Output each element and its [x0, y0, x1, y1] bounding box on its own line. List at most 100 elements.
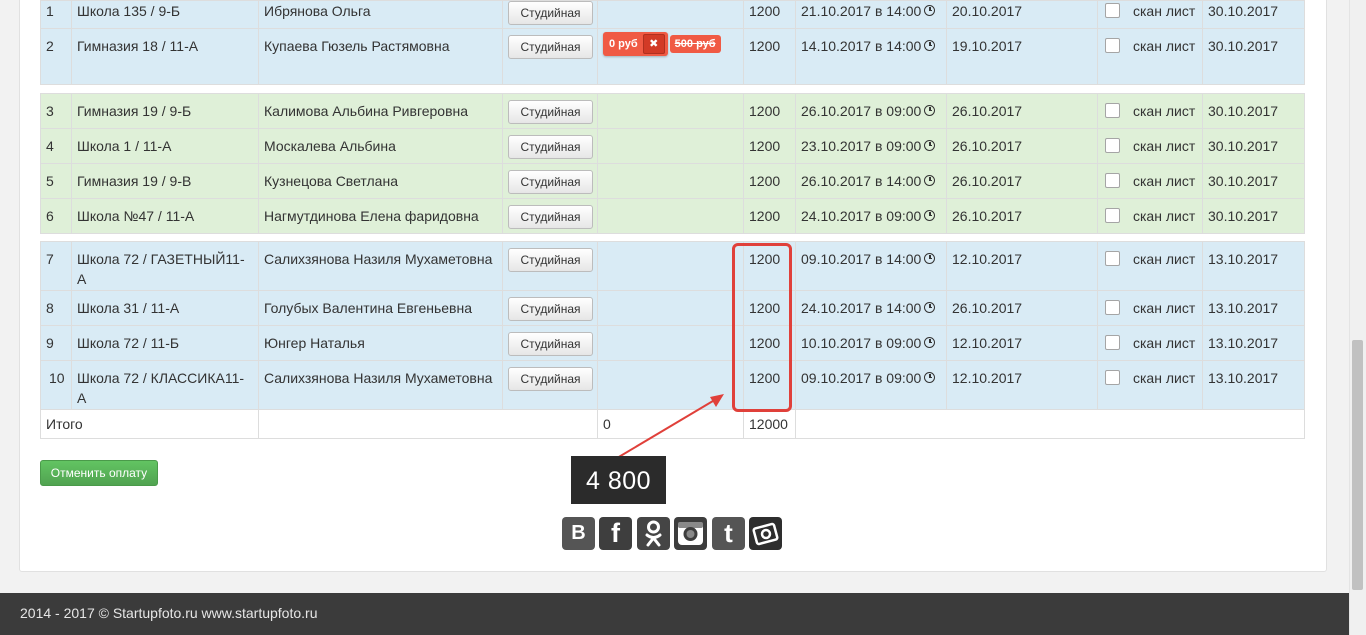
row-shoot-time: 09.10.2017 в 09:00	[801, 370, 922, 386]
row-number: 9	[40, 325, 72, 361]
table-row: 7 Школа 72 / ГАЗЕТНЫЙ11-А Салихзянова На…	[40, 241, 1305, 291]
total-label: Итого	[40, 409, 259, 439]
row-date: 19.10.2017	[946, 28, 1098, 85]
clock-icon	[924, 337, 936, 348]
clock-icon	[924, 210, 936, 221]
row-deadline: 30.10.2017	[1202, 93, 1305, 129]
payment-badge: 0 руб ✖	[603, 32, 668, 56]
row-deadline: 13.10.2017	[1202, 360, 1305, 410]
row-school: Школа 72 / ГАЗЕТНЫЙ11-А	[71, 241, 259, 291]
row-name: Салихзянова Назиля Мухаметовна	[258, 241, 503, 291]
row-payment	[597, 325, 744, 361]
table-row: 2 Гимназия 18 / 11-А Купаева Гюзель Раст…	[40, 28, 1305, 85]
scan-checkbox[interactable]	[1105, 103, 1120, 118]
row-deadline: 30.10.2017	[1202, 163, 1305, 199]
row-date: 26.10.2017	[946, 198, 1098, 234]
clock-icon	[924, 40, 936, 51]
studio-button[interactable]: Студийная	[508, 100, 593, 124]
close-icon[interactable]: ✖	[642, 34, 665, 54]
scan-label: скан лист	[1133, 3, 1196, 19]
scan-label: скан лист	[1133, 103, 1196, 119]
studio-button[interactable]: Студийная	[508, 205, 593, 229]
studio-button[interactable]: Студийная	[508, 248, 593, 272]
table-row: 3 Гимназия 19 / 9-Б Калимова Альбина Рив…	[40, 93, 1305, 129]
row-number: 8	[40, 290, 72, 326]
scan-checkbox[interactable]	[1105, 173, 1120, 188]
row-price: 1200	[743, 93, 796, 129]
row-name: Нагмутдинова Елена фаридовна	[258, 198, 503, 234]
payment-amount: 0 руб	[609, 38, 638, 50]
facebook-icon[interactable]: f	[599, 517, 632, 550]
row-number: 2	[40, 28, 72, 85]
table-row: 1 Школа 135 / 9-Б Ибрянова Ольга Студийн…	[40, 0, 1305, 29]
row-price: 1200	[743, 128, 796, 164]
row-school: Гимназия 19 / 9-В	[71, 163, 259, 199]
row-name: Юнгер Наталья	[258, 325, 503, 361]
scan-label: скан лист	[1133, 208, 1196, 224]
studio-button[interactable]: Студийная	[508, 332, 593, 356]
row-school: Школа 1 / 11-А	[71, 128, 259, 164]
table-row: 6 Школа №47 / 11-А Нагмутдинова Елена фа…	[40, 198, 1305, 234]
studio-button[interactable]: Студийная	[508, 170, 593, 194]
site-footer: 2014 - 2017 © Startupfoto.ru www.startup…	[0, 593, 1349, 635]
vk-icon[interactable]: В	[562, 517, 595, 550]
group-separator	[40, 84, 1305, 94]
row-name: Москалева Альбина	[258, 128, 503, 164]
cancel-payment-button[interactable]: Отменить оплату	[40, 460, 158, 486]
row-deadline: 13.10.2017	[1202, 325, 1305, 361]
row-name: Салихзянова Назиля Мухаметовна	[258, 360, 503, 410]
instagram-icon[interactable]	[674, 517, 707, 550]
scan-checkbox[interactable]	[1105, 370, 1120, 385]
odnoklassniki-icon[interactable]	[637, 517, 670, 550]
row-date: 26.10.2017	[946, 93, 1098, 129]
scrollbar-thumb[interactable]	[1352, 340, 1363, 590]
scan-label: скан лист	[1133, 138, 1196, 154]
table-row: 8 Школа 31 / 11-А Голубых Валентина Евге…	[40, 290, 1305, 326]
studio-button[interactable]: Студийная	[508, 135, 593, 159]
row-shoot-time: 26.10.2017 в 09:00	[801, 103, 922, 119]
sum-tooltip: 4 800	[571, 456, 666, 504]
scan-checkbox[interactable]	[1105, 38, 1120, 53]
clock-icon	[924, 253, 936, 264]
scan-checkbox[interactable]	[1105, 300, 1120, 315]
row-deadline: 30.10.2017	[1202, 28, 1305, 85]
row-date: 20.10.2017	[946, 0, 1098, 29]
total-sum: 12000	[743, 409, 796, 439]
scan-label: скан лист	[1133, 173, 1196, 189]
old-payment-badge: 500 руб	[669, 35, 721, 53]
scan-checkbox[interactable]	[1105, 251, 1120, 266]
row-deadline: 13.10.2017	[1202, 290, 1305, 326]
scan-label: скан лист	[1133, 38, 1196, 54]
clock-icon	[924, 105, 936, 116]
twitter-icon[interactable]: t	[712, 517, 745, 550]
row-date: 26.10.2017	[946, 128, 1098, 164]
table-row: 4 Школа 1 / 11-А Москалева Альбина Студи…	[40, 128, 1305, 164]
clock-icon	[924, 302, 936, 313]
row-payment	[597, 128, 744, 164]
row-shoot-time: 24.10.2017 в 14:00	[801, 300, 922, 316]
row-date: 26.10.2017	[946, 163, 1098, 199]
studio-button[interactable]: Студийная	[508, 1, 593, 25]
table-row: 9 Школа 72 / 11-Б Юнгер Наталья Студийна…	[40, 325, 1305, 361]
row-shoot-time: 09.10.2017 в 14:00	[801, 251, 922, 267]
scan-checkbox[interactable]	[1105, 335, 1120, 350]
row-deadline: 13.10.2017	[1202, 241, 1305, 291]
row-price: 1200	[743, 163, 796, 199]
footer-copyright: 2014 - 2017 © Startupfoto.ru www.startup…	[20, 605, 318, 621]
row-number: 6	[40, 198, 72, 234]
row-payment	[597, 0, 744, 29]
scan-checkbox[interactable]	[1105, 3, 1120, 18]
scan-label: скан лист	[1133, 251, 1196, 267]
scan-checkbox[interactable]	[1105, 208, 1120, 223]
row-price: 1200	[743, 0, 796, 29]
scan-checkbox[interactable]	[1105, 138, 1120, 153]
row-deadline: 30.10.2017	[1202, 198, 1305, 234]
row-payment	[597, 198, 744, 234]
studio-button[interactable]: Студийная	[508, 297, 593, 321]
row-shoot-time: 10.10.2017 в 09:00	[801, 335, 922, 351]
studio-button[interactable]: Студийная	[508, 35, 593, 59]
row-date: 26.10.2017	[946, 290, 1098, 326]
photo-icon[interactable]	[749, 517, 782, 550]
row-payment	[597, 241, 744, 291]
row-number: 7	[40, 241, 72, 291]
